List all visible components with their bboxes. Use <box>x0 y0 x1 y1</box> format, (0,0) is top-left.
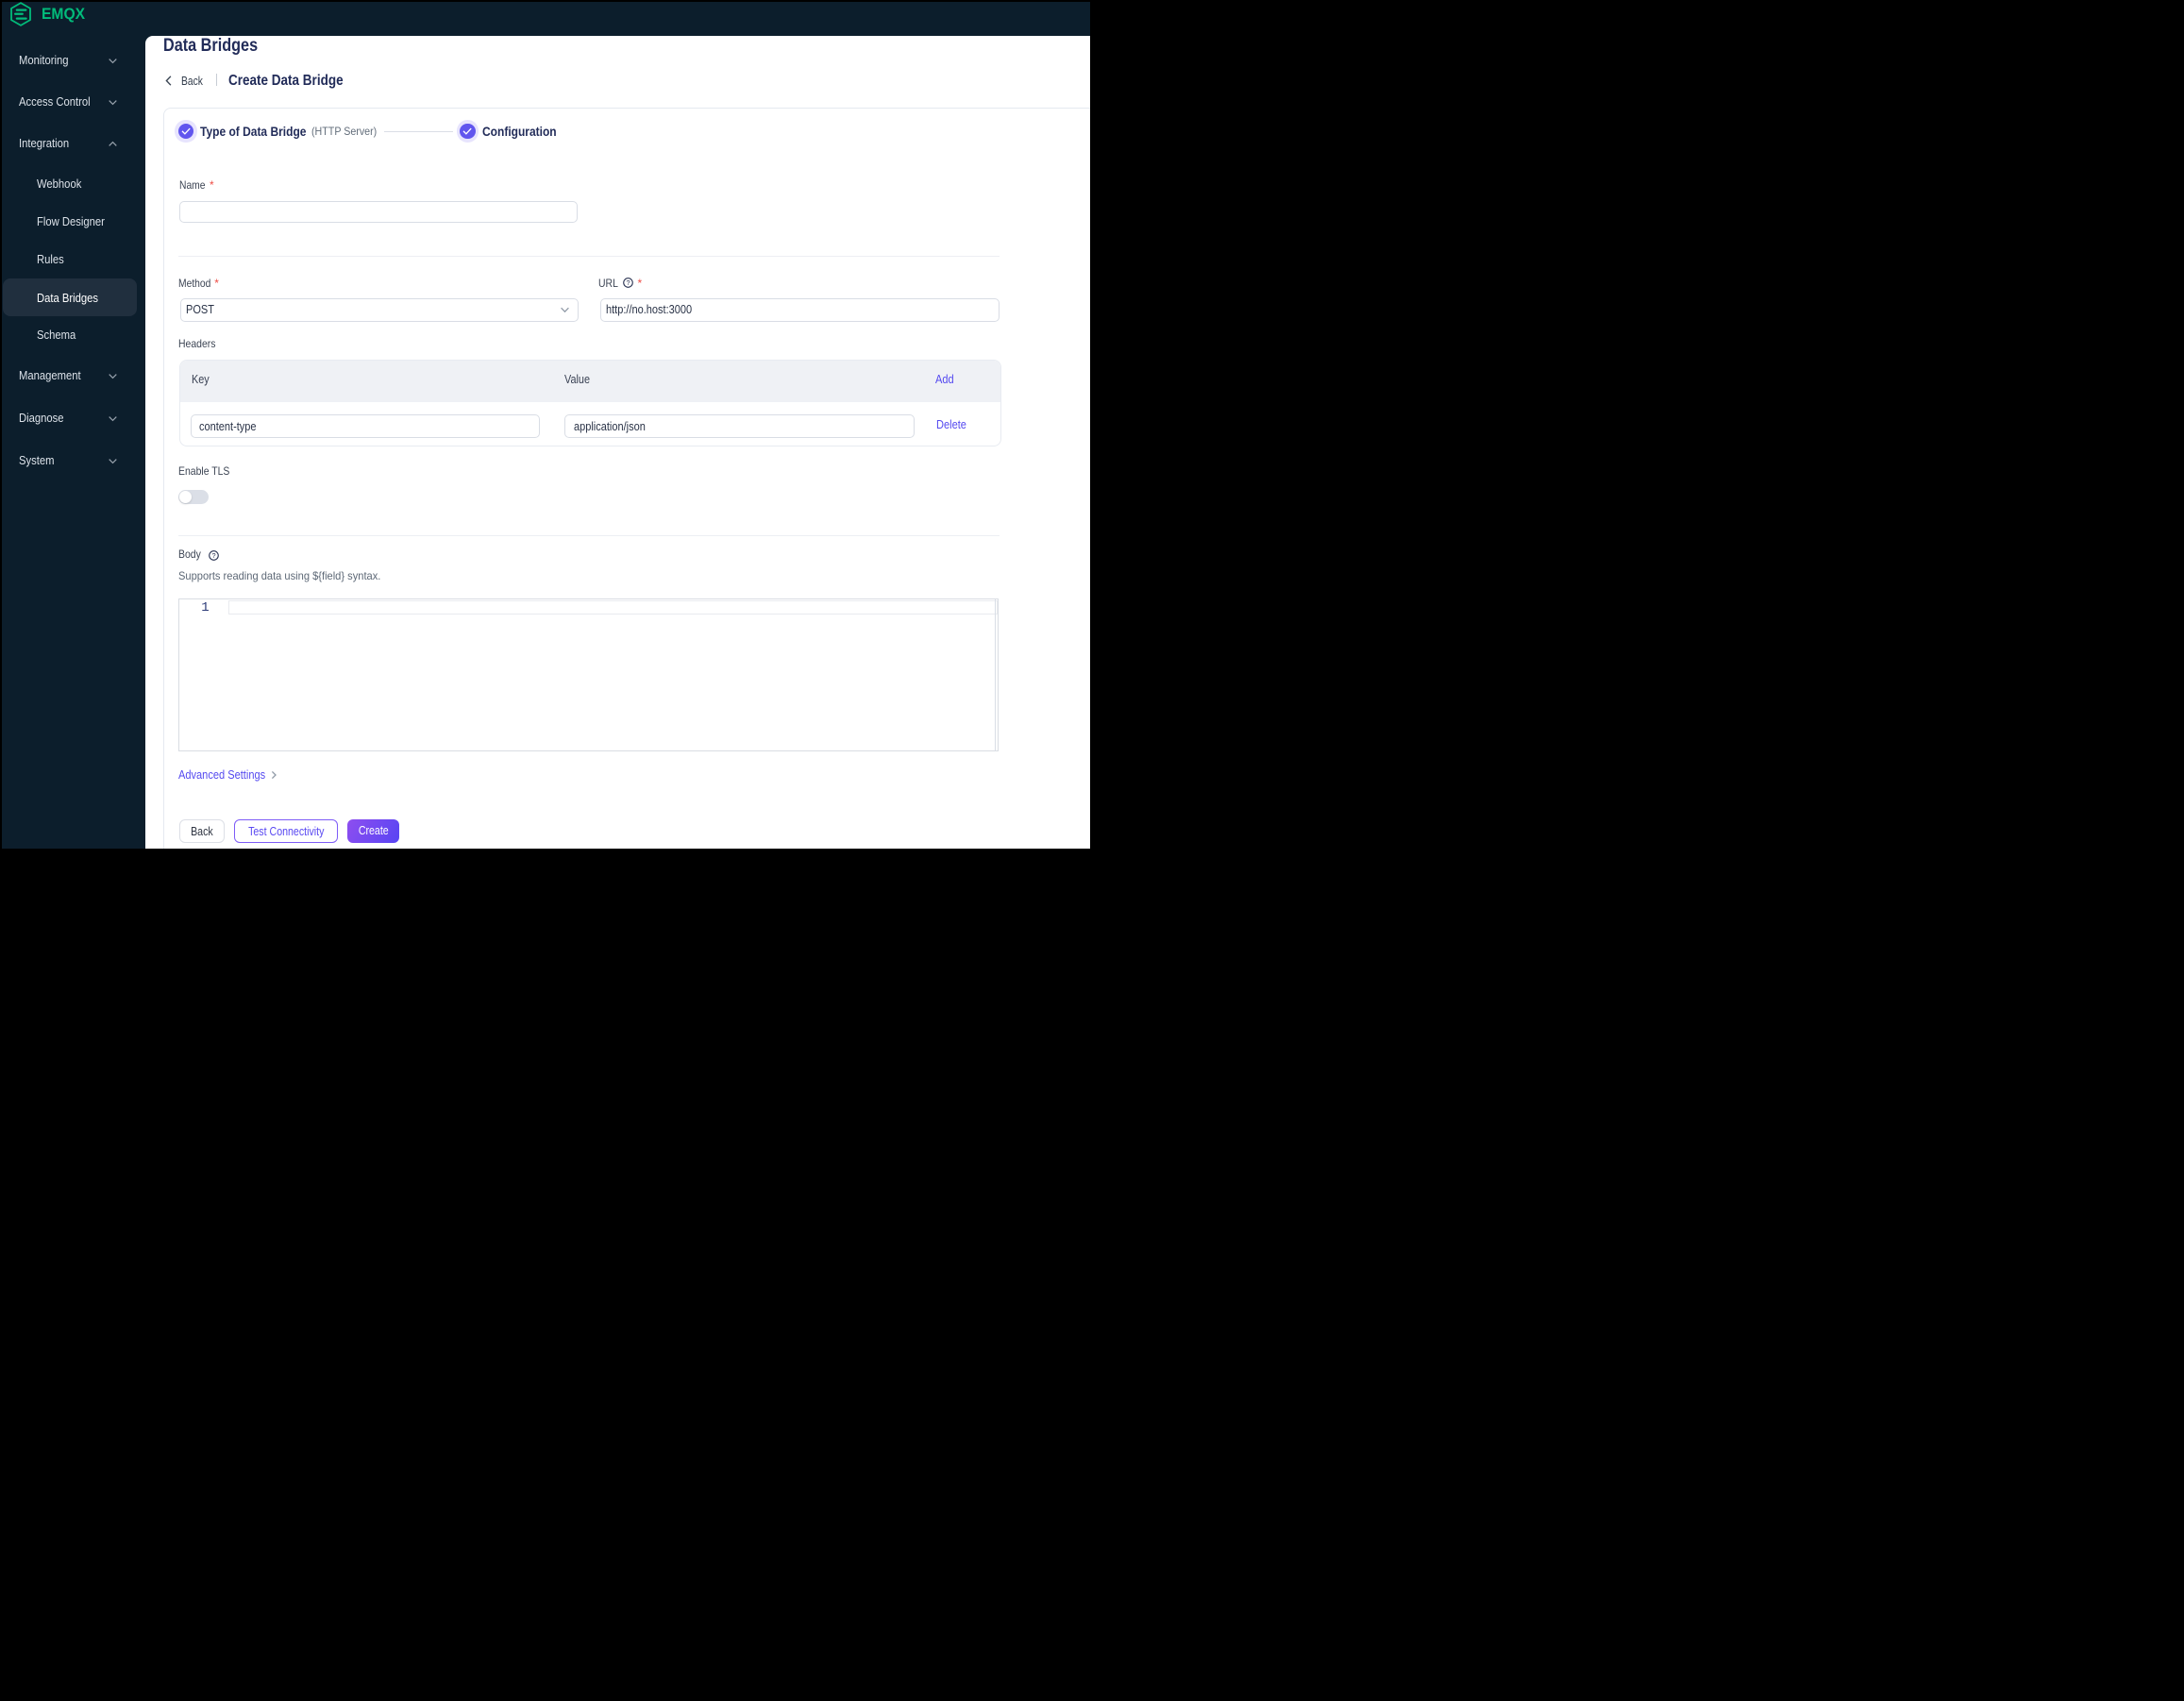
svg-text:?: ? <box>627 278 630 287</box>
svg-text:?: ? <box>211 550 215 559</box>
